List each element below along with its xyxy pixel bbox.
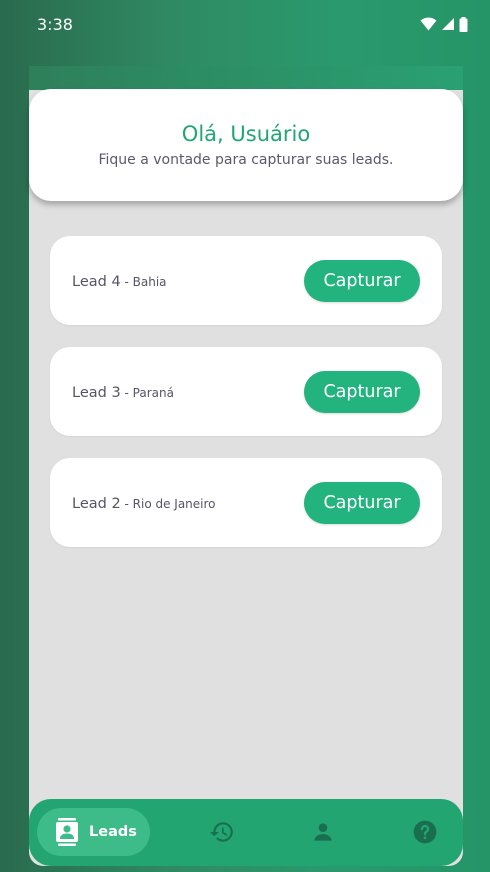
wifi-icon — [420, 17, 437, 31]
lead-separator: - — [120, 497, 133, 511]
status-icons — [420, 16, 468, 32]
lead-separator: - — [120, 386, 133, 400]
nav-item-profile[interactable] — [310, 819, 336, 845]
nav-item-history[interactable] — [209, 819, 235, 845]
help-icon — [413, 820, 437, 844]
history-icon — [210, 822, 233, 842]
cell-signal-icon — [442, 18, 454, 30]
nav-label-leads: Leads — [89, 824, 137, 840]
lead-location: Paraná — [132, 386, 174, 400]
app-top-strip — [29, 66, 463, 90]
status-bar: 3:38 — [0, 0, 490, 48]
greeting-title: Olá, Usuário — [181, 122, 311, 146]
capture-button[interactable]: Capturar — [304, 481, 420, 524]
nav-item-leads[interactable]: Leads — [37, 808, 150, 856]
lead-text: Lead 4 - Bahia — [72, 271, 167, 290]
capture-button[interactable]: Capturar — [304, 370, 420, 413]
lead-card: Lead 3 - Paraná Capturar — [50, 347, 442, 436]
lead-name: Lead 3 — [72, 385, 121, 401]
lead-text: Lead 2 - Rio de Janeiro — [72, 493, 216, 512]
lead-card: Lead 2 - Rio de Janeiro Capturar — [50, 458, 442, 547]
lead-separator: - — [120, 275, 133, 289]
person-icon — [314, 823, 332, 841]
battery-icon — [459, 16, 468, 32]
header-card: Olá, Usuário Fique a vontade para captur… — [29, 89, 463, 201]
contact-badge-icon — [56, 818, 78, 846]
bottom-nav: Leads — [29, 799, 463, 866]
lead-name: Lead 4 — [72, 274, 121, 290]
lead-location: Rio de Janeiro — [132, 497, 216, 511]
lead-card: Lead 4 - Bahia Capturar — [50, 236, 442, 325]
nav-item-help[interactable] — [412, 819, 438, 845]
status-time: 3:38 — [37, 14, 73, 34]
lead-name: Lead 2 — [72, 496, 121, 512]
greeting-subtitle: Fique a vontade para capturar suas leads… — [98, 152, 394, 168]
lead-location: Bahia — [132, 275, 167, 289]
lead-text: Lead 3 - Paraná — [72, 382, 174, 401]
capture-button[interactable]: Capturar — [304, 259, 420, 302]
lead-list: Lead 4 - Bahia Capturar Lead 3 - Paraná … — [50, 236, 442, 569]
